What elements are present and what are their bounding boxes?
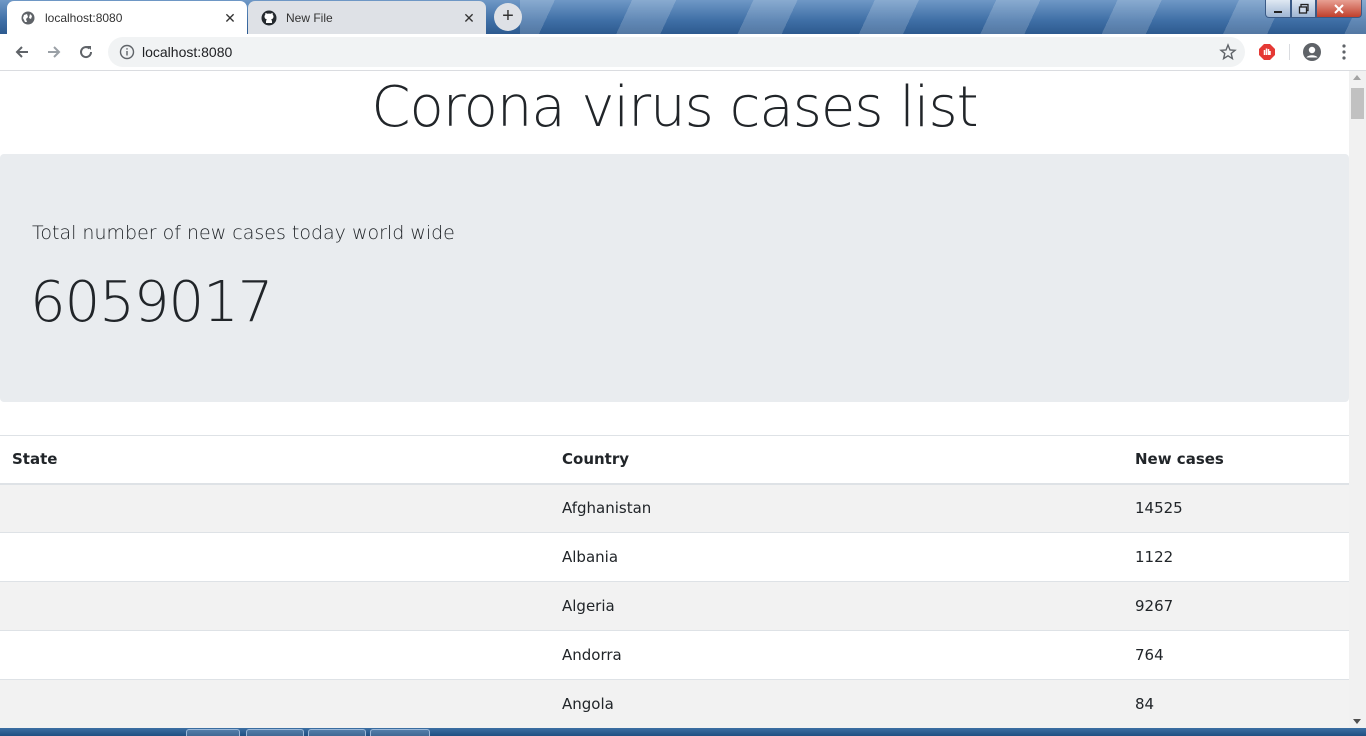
cases-table: State Country New cases Afghanistan 1452… (0, 435, 1349, 728)
cell-state (0, 483, 550, 533)
globe-icon (20, 10, 36, 26)
taskbar-item[interactable] (308, 729, 366, 736)
back-button[interactable] (10, 40, 34, 64)
forward-arrow-icon (48, 46, 61, 58)
page-viewport: Corona virus cases list Total number of … (0, 71, 1349, 728)
summary-value: 6059017 (30, 270, 273, 335)
adblock-extension-icon[interactable] (1257, 42, 1277, 62)
new-tab-button[interactable]: + (494, 3, 522, 31)
table-row: Afghanistan 14525 (0, 483, 1349, 533)
summary-panel: Total number of new cases today world wi… (0, 154, 1349, 402)
cell-country: Andorra (550, 630, 1123, 680)
toolbar-separator (1289, 44, 1290, 60)
vertical-scrollbar[interactable] (1349, 71, 1366, 728)
tab-label: localhost:8080 (45, 10, 123, 25)
cell-new-cases: 764 (1123, 630, 1349, 680)
cell-country: Afghanistan (550, 483, 1123, 533)
window-close-button[interactable] (1316, 0, 1362, 18)
table-header-row: State Country New cases (0, 435, 1349, 485)
page-title: Corona virus cases list (371, 75, 978, 140)
restore-button[interactable] (1291, 0, 1316, 18)
taskbar-item[interactable] (246, 729, 304, 736)
scrollbar-thumb[interactable] (1351, 88, 1364, 119)
taskbar-item[interactable] (370, 729, 430, 736)
table-row: Albania 1122 (0, 532, 1349, 582)
scroll-up-arrow-icon[interactable] (1353, 75, 1361, 80)
reload-icon (80, 46, 93, 59)
cell-new-cases: 84 (1123, 679, 1349, 728)
forward-button[interactable] (42, 40, 66, 64)
table-row: Algeria 9267 (0, 581, 1349, 631)
cell-new-cases: 14525 (1123, 483, 1349, 533)
github-icon (261, 10, 277, 26)
browser-toolbar: localhost:8080 (0, 34, 1366, 71)
menu-kebab-icon[interactable] (1334, 42, 1354, 62)
table-row: Andorra 764 (0, 630, 1349, 680)
taskbar-item[interactable] (186, 729, 240, 736)
bookmark-star-icon[interactable] (1219, 43, 1237, 61)
cell-state (0, 581, 550, 631)
summary-label: Total number of new cases today world wi… (32, 222, 455, 244)
tab-close-icon[interactable]: ✕ (222, 10, 238, 26)
browser-tab-strip: localhost:8080 ✕ New File ✕ + (0, 0, 1366, 34)
cell-state (0, 630, 550, 680)
tab-label: New File (286, 10, 333, 25)
reload-button[interactable] (74, 40, 98, 64)
minimize-button[interactable] (1265, 0, 1291, 18)
profile-avatar-icon[interactable] (1302, 42, 1322, 62)
cell-new-cases: 1122 (1123, 532, 1349, 582)
cell-state (0, 679, 550, 728)
cell-state (0, 532, 550, 582)
back-arrow-icon (15, 46, 28, 58)
info-icon[interactable] (119, 44, 135, 60)
cell-country: Albania (550, 532, 1123, 582)
address-bar[interactable]: localhost:8080 (108, 37, 1245, 67)
tab-new-file[interactable]: New File ✕ (248, 1, 486, 34)
scroll-down-arrow-icon[interactable] (1353, 719, 1361, 724)
column-header-new-cases: New cases (1123, 435, 1349, 485)
tab-close-icon[interactable]: ✕ (461, 10, 477, 26)
table-row: Angola 84 (0, 679, 1349, 728)
os-taskbar (0, 728, 1366, 736)
url-text[interactable]: localhost:8080 (142, 44, 232, 60)
column-header-country: Country (550, 435, 1123, 485)
cell-new-cases: 9267 (1123, 581, 1349, 631)
tab-localhost[interactable]: localhost:8080 ✕ (7, 1, 247, 34)
window-controls (1265, 0, 1362, 18)
cell-country: Algeria (550, 581, 1123, 631)
column-header-state: State (0, 435, 550, 485)
cell-country: Angola (550, 679, 1123, 728)
